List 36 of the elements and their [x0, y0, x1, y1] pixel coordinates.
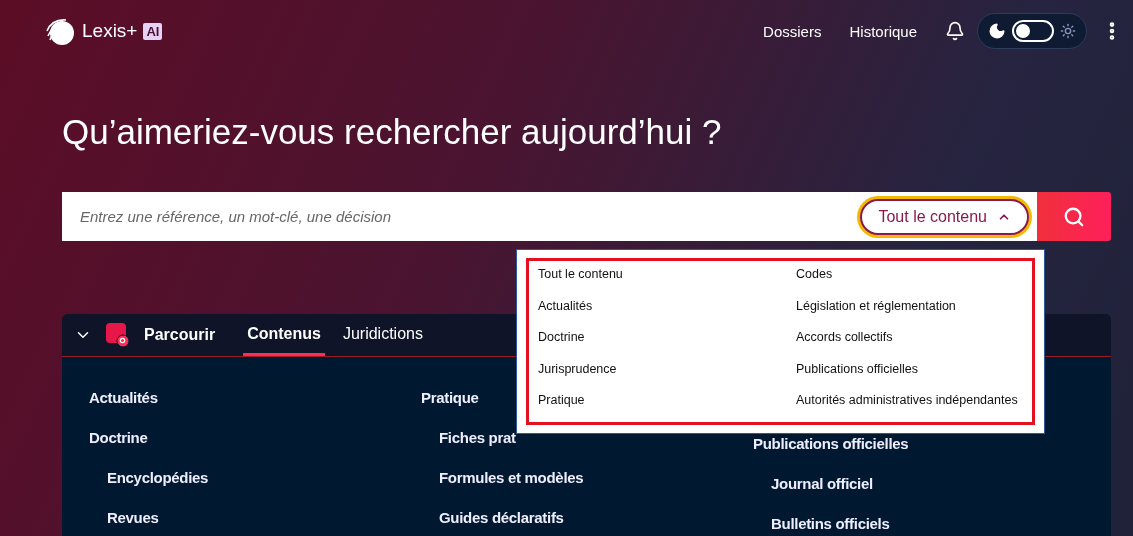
- search-field[interactable]: Entrez une référence, un mot-clé, une décision Tout le contenu: [62, 192, 1037, 241]
- menu-option[interactable]: Tout le contenu: [538, 267, 796, 299]
- scope-dropdown[interactable]: Tout le contenu: [860, 198, 1029, 235]
- menu-option[interactable]: Codes: [796, 267, 1032, 299]
- browse-icon: [106, 323, 130, 347]
- menu-option[interactable]: Publications officielles: [796, 361, 1032, 393]
- menu-option[interactable]: Autorités administratives indépendantes: [796, 393, 1032, 425]
- menu-option[interactable]: Législation et réglementation: [796, 298, 1032, 330]
- moon-icon: [988, 22, 1006, 40]
- tab[interactable]: Juridictions: [338, 314, 427, 356]
- menu-option[interactable]: Jurisprudence: [538, 361, 796, 393]
- search-icon: [1063, 205, 1085, 228]
- nav-link[interactable]: Historique: [849, 22, 917, 40]
- ai-badge: AI: [143, 22, 163, 40]
- category-heading[interactable]: Publications officielles: [753, 435, 1084, 453]
- category-link[interactable]: Guides déclaratifs: [439, 509, 753, 527]
- category-heading[interactable]: Actualités: [89, 389, 421, 407]
- category-link[interactable]: Encyclopédies: [107, 469, 421, 487]
- page-heading: Qu’aimeriez-vous rechercher aujourd’hui ?: [62, 112, 723, 152]
- category-link[interactable]: Journal officiel: [771, 475, 1084, 493]
- menu-option[interactable]: Accords collectifs: [796, 330, 1032, 362]
- category-link[interactable]: Revues: [107, 509, 421, 527]
- category-link[interactable]: Bulletins officiels: [771, 515, 1084, 533]
- menu-option[interactable]: Pratique: [538, 393, 796, 425]
- bell-icon[interactable]: [945, 21, 965, 41]
- logo-text: Lexis+: [82, 20, 138, 42]
- search-button[interactable]: [1037, 192, 1111, 241]
- browse-title: Parcourir: [144, 326, 216, 344]
- category-link[interactable]: Formules et modèles: [439, 469, 753, 487]
- category-heading[interactable]: Doctrine: [89, 429, 421, 447]
- sun-icon: [1060, 23, 1076, 39]
- menu-option[interactable]: Actualités: [538, 298, 796, 330]
- menu-option[interactable]: Doctrine: [538, 330, 796, 362]
- theme-toggle[interactable]: [977, 13, 1087, 49]
- tab[interactable]: Contenus: [243, 314, 325, 356]
- nav-link[interactable]: Dossiers: [763, 22, 822, 40]
